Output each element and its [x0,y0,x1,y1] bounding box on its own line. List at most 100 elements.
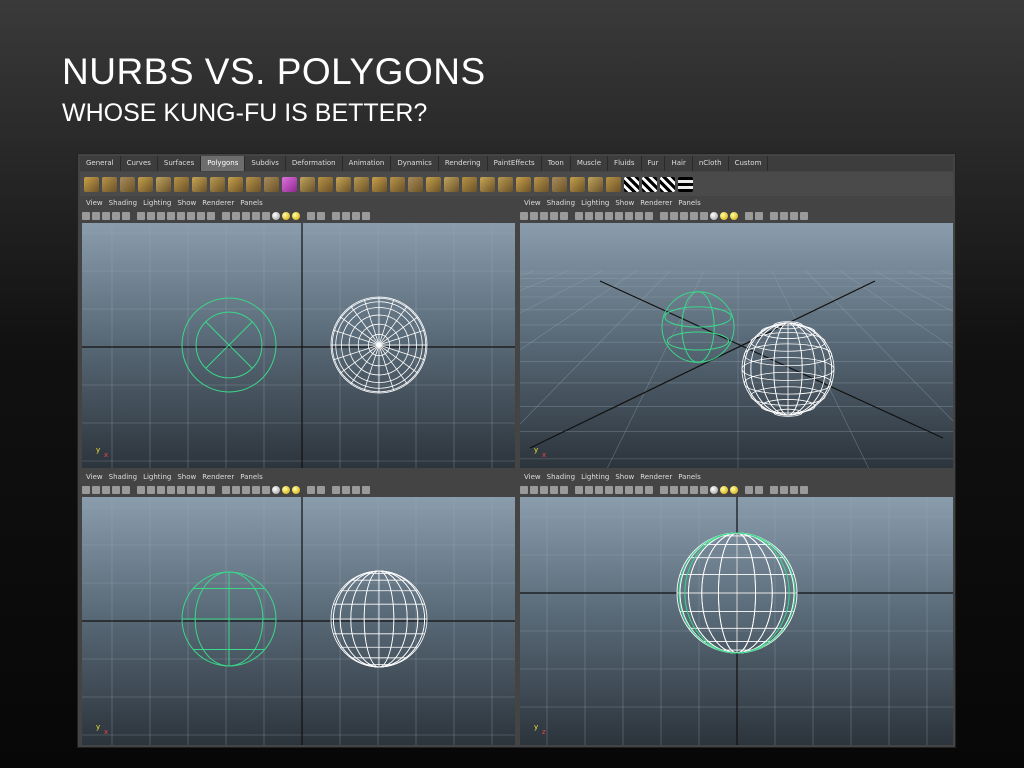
shelf-tab-ncloth[interactable]: nCloth [693,156,729,171]
panel-tool-icon[interactable] [157,485,165,494]
shelf-tab-deformation[interactable]: Deformation [286,156,343,171]
panel-tool-icon[interactable] [112,485,120,494]
extract-icon[interactable] [336,176,351,192]
panel-menu-shading[interactable]: Shading [109,472,137,483]
panel-tool-icon[interactable] [780,211,788,220]
panel-tool-icon[interactable] [720,211,728,220]
wedge-icon[interactable] [444,176,459,192]
split-icon[interactable] [480,176,495,192]
poly-cube-icon[interactable] [102,176,117,192]
panel-menu-view[interactable]: View [86,198,103,209]
panel-tool-icon[interactable] [272,211,280,220]
panel-menu-renderer[interactable]: Renderer [640,198,672,209]
panel-menu-show[interactable]: Show [615,472,634,483]
panel-tool-icon[interactable] [625,485,633,494]
panel-tool-icon[interactable] [187,485,195,494]
shelf-tab-surfaces[interactable]: Surfaces [158,156,202,171]
panel-tool-icon[interactable] [222,211,230,220]
panel-menu-lighting[interactable]: Lighting [581,472,609,483]
panel-tool-icon[interactable] [700,211,708,220]
panel-tool-icon[interactable] [207,211,215,220]
panel-tool-icon[interactable] [800,485,808,494]
panel-tool-icon[interactable] [530,485,538,494]
panel-menu-panels[interactable]: Panels [678,198,701,209]
panel-tool-icon[interactable] [92,485,100,494]
panel-tool-icon[interactable] [585,485,593,494]
panel-tool-icon[interactable] [575,485,583,494]
panel-menu-renderer[interactable]: Renderer [202,198,234,209]
uv-cylindrical-icon[interactable] [642,176,657,192]
panel-tool-icon[interactable] [317,211,325,220]
shelf-tab-curves[interactable]: Curves [121,156,158,171]
panel-tool-icon[interactable] [232,485,240,494]
cut-faces-icon[interactable] [516,176,531,192]
panel-tool-icon[interactable] [575,211,583,220]
shelf-tab-custom[interactable]: Custom [729,156,769,171]
panel-tool-icon[interactable] [720,485,728,494]
bridge-icon[interactable] [354,176,369,192]
extrude-icon[interactable] [408,176,423,192]
panel-tool-icon[interactable] [670,211,678,220]
panel-tool-icon[interactable] [362,485,370,494]
shelf-tab-rendering[interactable]: Rendering [439,156,488,171]
panel-tool-icon[interactable] [690,485,698,494]
panel-tool-icon[interactable] [680,211,688,220]
combine-icon[interactable] [300,176,315,192]
shelf-tab-animation[interactable]: Animation [343,156,392,171]
poly-sphere-icon[interactable] [84,176,99,192]
shelf-tab-painteffects[interactable]: PaintEffects [488,156,542,171]
shelf-tab-polygons[interactable]: Polygons [201,156,246,171]
panel-tool-icon[interactable] [262,485,270,494]
panel-tool-icon[interactable] [540,485,548,494]
panel-tool-icon[interactable] [122,485,130,494]
panel-menu-show[interactable]: Show [615,198,634,209]
panel-menu-shading[interactable]: Shading [547,472,575,483]
poly-cone-icon[interactable] [138,176,153,192]
panel-tool-icon[interactable] [177,211,185,220]
panel-menu-lighting[interactable]: Lighting [143,472,171,483]
panel-menu-panels[interactable]: Panels [678,472,701,483]
panel-tool-icon[interactable] [660,211,668,220]
panel-tool-icon[interactable] [307,211,315,220]
poly-plane-icon[interactable] [156,176,171,192]
panel-tool-icon[interactable] [755,485,763,494]
panel-tool-icon[interactable] [362,211,370,220]
uv-layout-icon[interactable] [606,176,621,192]
panel-tool-icon[interactable] [770,211,778,220]
panel-tool-icon[interactable] [585,211,593,220]
viewport-persp[interactable]: yx [520,223,953,468]
poly-pyramid-icon[interactable] [210,176,225,192]
panel-tool-icon[interactable] [745,485,753,494]
panel-menu-panels[interactable]: Panels [240,198,263,209]
panel-menu-renderer[interactable]: Renderer [640,472,672,483]
panel-tool-icon[interactable] [770,485,778,494]
shelf-tab-fur[interactable]: Fur [642,156,666,171]
panel-tool-icon[interactable] [282,211,290,220]
uv-planar-icon[interactable] [624,176,639,192]
merge-icon[interactable] [534,176,549,192]
viewport-top[interactable]: yx [82,223,515,468]
panel-tool-icon[interactable] [252,485,260,494]
panel-tool-icon[interactable] [242,485,250,494]
panel-tool-icon[interactable] [332,485,340,494]
panel-tool-icon[interactable] [232,211,240,220]
panel-tool-icon[interactable] [520,485,528,494]
poly-cylinder-icon[interactable] [120,176,135,192]
shelf-tab-general[interactable]: General [80,156,121,171]
panel-tool-icon[interactable] [780,485,788,494]
panel-tool-icon[interactable] [342,211,350,220]
panel-tool-icon[interactable] [242,211,250,220]
panel-menu-renderer[interactable]: Renderer [202,472,234,483]
panel-tool-icon[interactable] [102,211,110,220]
panel-menu-lighting[interactable]: Lighting [581,198,609,209]
panel-tool-icon[interactable] [272,485,280,494]
panel-tool-icon[interactable] [560,485,568,494]
panel-tool-icon[interactable] [560,211,568,220]
soften-icon[interactable] [570,176,585,192]
panel-tool-icon[interactable] [790,211,798,220]
panel-tool-icon[interactable] [605,211,613,220]
panel-tool-icon[interactable] [745,211,753,220]
panel-tool-icon[interactable] [550,211,558,220]
panel-tool-icon[interactable] [307,485,315,494]
panel-tool-icon[interactable] [282,485,290,494]
